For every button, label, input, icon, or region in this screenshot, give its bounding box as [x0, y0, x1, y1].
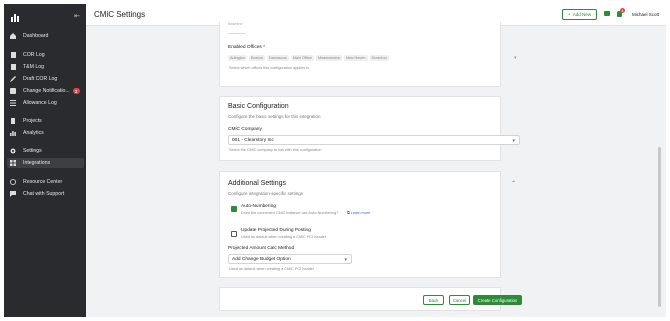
pencil-icon	[10, 76, 16, 82]
office-chip[interactable]: New Haven	[343, 55, 368, 61]
calc-method-value: Add Change Budget Option	[232, 256, 291, 262]
sidebar-item-dashboard[interactable]: Dashboard	[4, 31, 86, 41]
auto-numbering-helper: Does the connected CMiC instance use Aut…	[241, 211, 339, 215]
app-window: ⇤ Dashboard COR Log T&M Log Draft COR Lo…	[0, 0, 670, 321]
update-projected-checkbox[interactable]	[231, 231, 237, 237]
chat-icon	[10, 191, 16, 197]
office-chip[interactable]: Boston	[249, 55, 265, 61]
cancel-button[interactable]: Cancel	[449, 295, 470, 305]
sidebar-item-cor-log[interactable]: COR Log	[4, 50, 86, 60]
office-chips: Arlington Boston Damascus Main Office Me…	[228, 53, 518, 63]
app-logo-icon	[11, 14, 19, 22]
chevron-up-icon[interactable]: ⌃	[511, 180, 516, 187]
enabled-offices-label: Enabled Offices *	[228, 45, 265, 50]
chevron-down-icon: ▾	[512, 138, 515, 144]
calc-method-helper: Used as default when creating a CMiC PCI…	[229, 267, 315, 271]
sidebar-item-integrations[interactable]: Integrations	[7, 158, 84, 168]
sidebar-item-label: Change Notificatio...	[23, 88, 70, 94]
sidebar-item-resource-center[interactable]: Resource Center	[4, 177, 86, 187]
prev-field-label: Baseline	[228, 22, 243, 26]
mail-icon[interactable]	[604, 11, 610, 16]
document-icon	[10, 52, 16, 58]
offices-helper: Select which offices this configuration …	[229, 66, 310, 70]
footer-actions: Back Cancel Create Configuration	[219, 287, 522, 311]
add-new-button[interactable]: + Add New	[562, 9, 597, 20]
calc-method-label: Projected Amount Calc Method	[228, 246, 295, 251]
cmic-company-select[interactable]: 001 - Clearstory Inc ▾	[228, 135, 520, 145]
back-button[interactable]: Back	[423, 295, 444, 305]
basic-config-subtitle: Configure the basic settings for this in…	[228, 114, 321, 119]
additional-settings-title: Additional Settings	[228, 180, 286, 187]
sidebar: ⇤ Dashboard COR Log T&M Log Draft COR Lo…	[4, 4, 86, 317]
chevron-down-icon: ▾	[344, 257, 347, 263]
sidebar-item-chat-support[interactable]: Chat with Support	[4, 189, 86, 199]
sidebar-item-analytics[interactable]: Analytics	[4, 128, 86, 138]
basic-config-card: Basic Configuration Configure the basic …	[219, 96, 520, 161]
cmic-company-value: 001 - Clearstory Inc	[232, 137, 274, 143]
auto-numbering-checkbox[interactable]	[231, 206, 237, 219]
update-projected-label: Update Projected During Posting	[241, 228, 311, 233]
office-chip[interactable]: Main Office	[290, 55, 314, 61]
change-icon	[10, 88, 16, 94]
sidebar-item-settings[interactable]: Settings	[4, 146, 86, 156]
calc-method-select[interactable]: Add Change Budget Option ▾	[228, 254, 352, 264]
divider	[228, 33, 246, 34]
sidebar-item-label: Resource Center	[23, 179, 63, 185]
cmic-company-helper: Select the CMiC company to link with thi…	[229, 148, 322, 152]
office-chip[interactable]: Scranton	[369, 55, 389, 61]
notification-badge: 4	[620, 8, 625, 13]
plus-icon: +	[568, 12, 571, 17]
add-new-label: Add New	[572, 12, 591, 17]
sidebar-item-label: Settings	[23, 148, 42, 154]
additional-settings-card: Additional Settings ⌃ Configure integrat…	[219, 171, 516, 278]
check-icon	[231, 214, 237, 219]
sidebar-item-label: Draft COR Log	[23, 76, 58, 82]
help-icon	[10, 179, 16, 185]
sidebar-item-draft-cor-log[interactable]: Draft COR Log	[4, 74, 86, 84]
additional-settings-subtitle: Configure integration-specific settings	[228, 191, 304, 196]
sidebar-item-label: Projects	[23, 118, 42, 124]
building-icon	[10, 118, 16, 124]
notification-count-badge: 2	[72, 88, 80, 94]
page-title: CMiC Settings	[94, 10, 146, 19]
update-projected-helper: Used as default when creating a CMiC PCI…	[241, 235, 327, 239]
sidebar-item-allowance-log[interactable]: Allowance Log	[4, 98, 86, 108]
office-chip[interactable]: Arlington	[228, 55, 247, 61]
sidebar-item-label: T&M Log	[23, 64, 45, 70]
document-icon	[10, 64, 16, 70]
offices-card: Baseline Enabled Offices * Arlington Bos…	[219, 22, 517, 87]
basic-config-title: Basic Configuration	[228, 103, 289, 110]
list-icon	[10, 100, 16, 106]
sidebar-item-label: Integrations	[23, 160, 51, 166]
scrollbar[interactable]	[658, 147, 661, 307]
grid-icon	[10, 160, 16, 166]
create-configuration-button[interactable]: Create Configuration	[473, 295, 522, 305]
sidebar-item-label: Chat with Support	[23, 191, 65, 197]
learn-more-link[interactable]: ⧉ Learn more	[347, 211, 370, 215]
office-chip[interactable]: Meadowview	[315, 55, 342, 61]
sidebar-item-label: Analytics	[23, 130, 44, 136]
sidebar-item-change-notifications[interactable]: Change Notificatio... 2	[4, 86, 86, 96]
auto-numbering-label: Auto-Numbering	[241, 204, 276, 209]
sidebar-item-tm-log[interactable]: T&M Log	[4, 62, 86, 72]
chevron-down-icon[interactable]: ▾	[514, 55, 517, 61]
learn-more-text: Learn more	[350, 211, 371, 215]
chart-icon	[10, 130, 16, 136]
collapse-sidebar-icon[interactable]: ⇤	[74, 12, 80, 20]
sidebar-item-label: Dashboard	[23, 33, 49, 39]
cmic-company-label: CMiC Company	[228, 127, 262, 132]
user-name[interactable]: Michael Scott	[632, 12, 659, 17]
gear-icon	[10, 148, 16, 154]
office-chip[interactable]: Damascus	[266, 55, 289, 61]
home-icon	[10, 33, 16, 39]
main-content: CMiC Settings + Add New 4 Michael Scott …	[86, 4, 666, 317]
sidebar-item-projects[interactable]: Projects	[4, 116, 86, 126]
sidebar-item-label: Allowance Log	[23, 100, 57, 106]
sidebar-item-label: COR Log	[23, 52, 45, 58]
